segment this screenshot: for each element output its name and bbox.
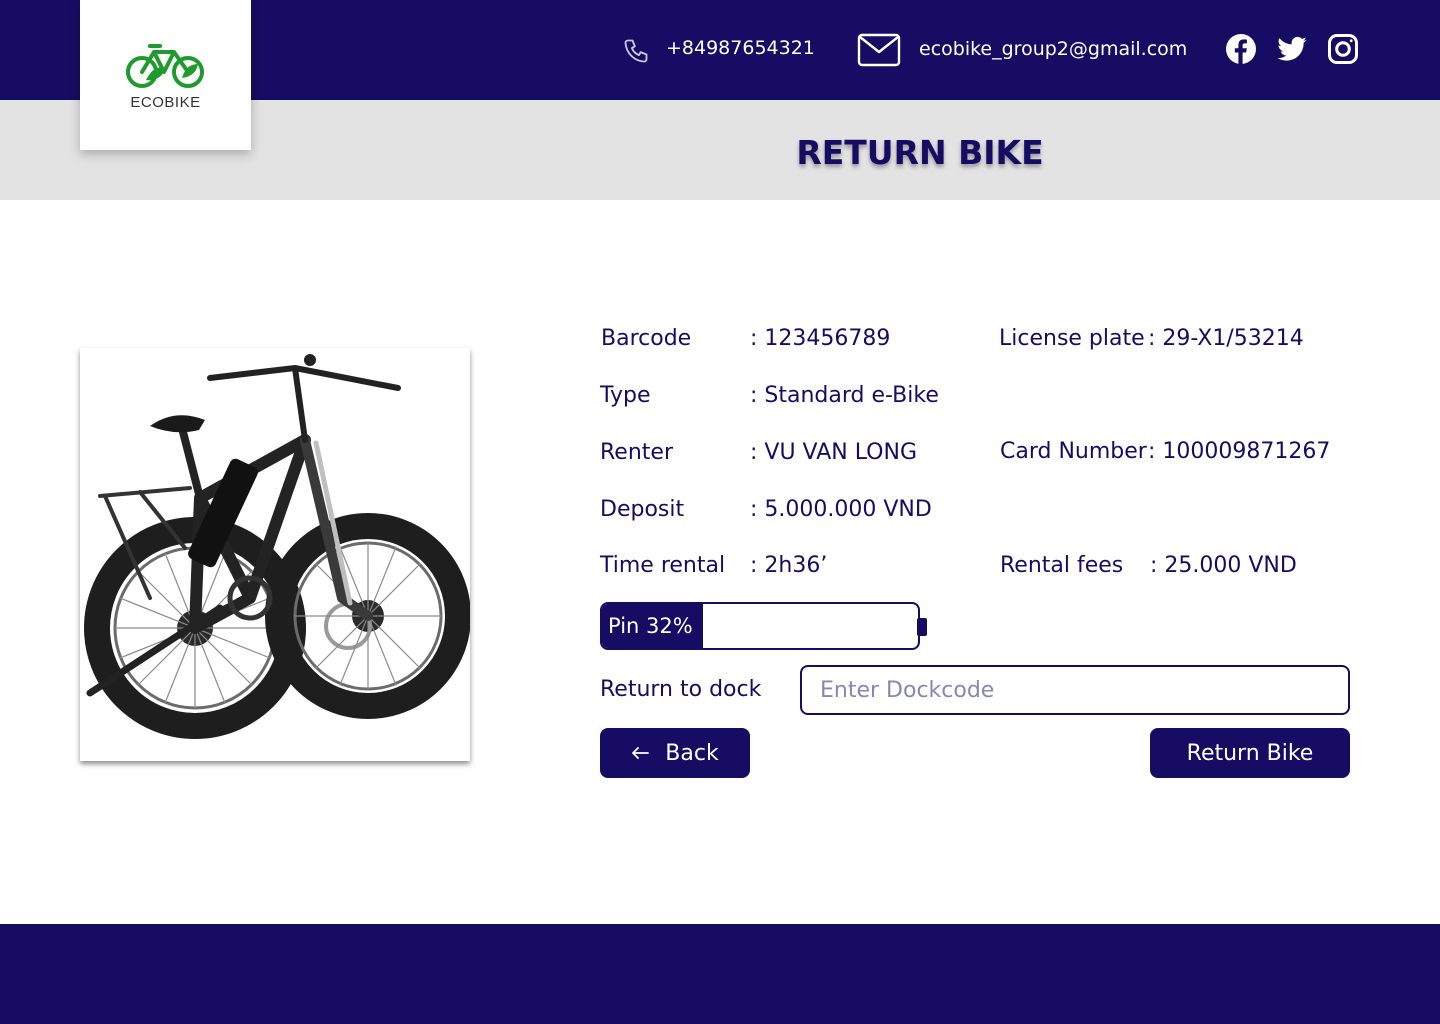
battery-label: Pin 32% <box>608 614 693 638</box>
time-rental-label: Time rental <box>600 553 726 578</box>
rental-fees-label: Rental fees <box>1000 553 1124 578</box>
barcode-label: Barcode <box>601 326 692 351</box>
facebook-icon[interactable] <box>1225 33 1257 69</box>
logo-text-bike: BIKE <box>164 94 201 111</box>
renter-label: Renter <box>600 440 673 465</box>
renter-value: : VU VAN LONG <box>750 440 917 465</box>
back-button[interactable]: Back <box>600 728 750 778</box>
mail-icon <box>857 33 901 71</box>
barcode-value: : 123456789 <box>750 326 891 351</box>
instagram-icon[interactable] <box>1327 33 1359 69</box>
logo-text: ECOBIKE <box>80 94 251 111</box>
rental-fees-value: : 25.000 VND <box>1150 553 1297 578</box>
time-rental-value: : 2h36’ <box>750 553 828 578</box>
license-plate-value: : 29-X1/53214 <box>1148 326 1304 351</box>
return-bike-button[interactable]: Return Bike <box>1150 728 1350 778</box>
type-label: Type <box>600 383 651 408</box>
phone-icon <box>622 37 650 69</box>
ecobike-logo[interactable]: ECOBIKE <box>80 0 251 150</box>
battery-tip <box>917 618 927 636</box>
footer <box>0 924 1440 1024</box>
type-value: : Standard e-Bike <box>750 383 939 408</box>
card-number-value: : 100009871267 <box>1148 439 1331 464</box>
back-button-label: Back <box>665 740 719 766</box>
bike-image <box>80 348 470 761</box>
deposit-label: Deposit <box>600 497 685 522</box>
logo-text-eco: ECO <box>130 94 165 111</box>
dockcode-input[interactable] <box>800 665 1350 715</box>
arrow-left-icon <box>631 741 650 766</box>
return-dock-label: Return to dock <box>600 677 762 702</box>
battery-bar: Pin 32% <box>600 602 920 650</box>
twitter-icon[interactable] <box>1276 33 1308 69</box>
deposit-value: : 5.000.000 VND <box>750 497 932 522</box>
card-number-label: Card Number <box>1000 439 1147 464</box>
license-plate-label: License plate <box>999 326 1145 351</box>
bicycle-logo-icon <box>124 38 208 96</box>
page-title: RETURN BIKE <box>796 133 1044 172</box>
phone-number: +84987654321 <box>666 37 815 59</box>
email-address: ecobike_group2@gmail.com <box>919 38 1188 60</box>
